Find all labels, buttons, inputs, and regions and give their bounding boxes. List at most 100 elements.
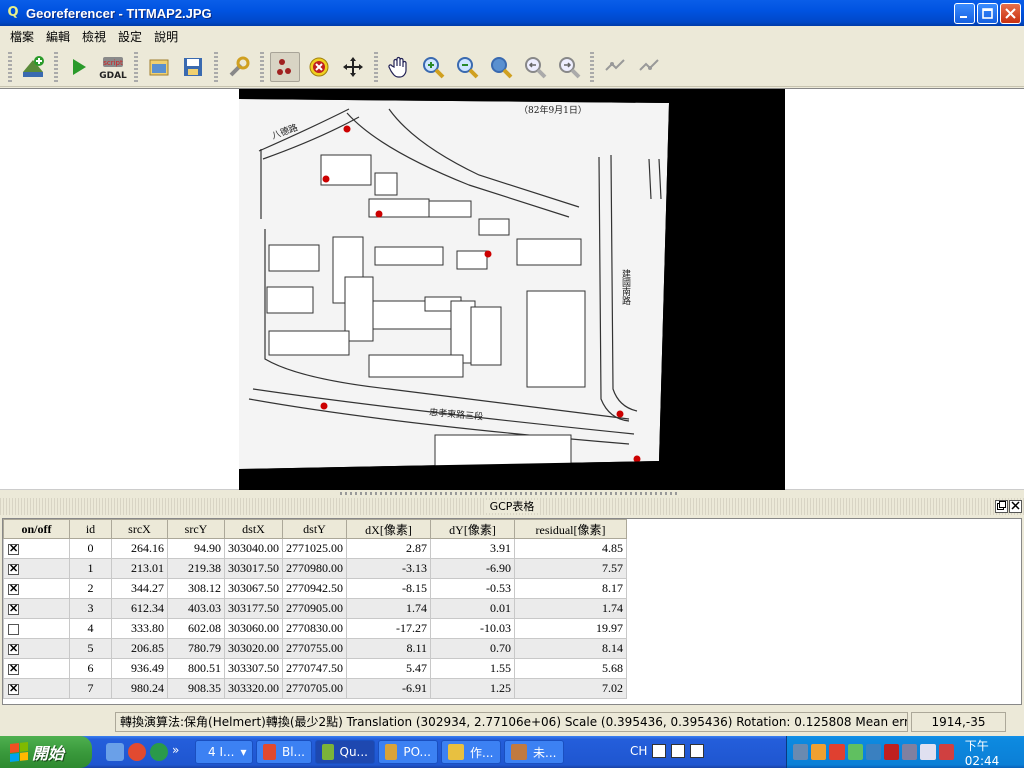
taskbar-button[interactable]: 4 I... ▾ [195, 740, 253, 764]
cell-srcy[interactable]: 308.12 [167, 578, 225, 599]
menu-file[interactable]: 檔案 [4, 28, 40, 45]
maximize-button[interactable] [977, 3, 998, 24]
menu-edit[interactable]: 編輯 [40, 28, 76, 45]
enabled-checkbox-cell[interactable]: ✕ [3, 598, 70, 619]
toolbar-grip[interactable] [374, 51, 378, 82]
start-georeferencing-button[interactable] [64, 52, 94, 82]
cell-srcx[interactable]: 206.85 [111, 638, 168, 659]
column-header-dstx[interactable]: dstX [224, 519, 283, 539]
cell-srcx[interactable]: 612.34 [111, 598, 168, 619]
pan-button[interactable] [384, 52, 414, 82]
cell-dstx[interactable]: 303320.00 [224, 678, 283, 699]
toolbar-grip[interactable] [134, 51, 138, 82]
zoom-next-button[interactable] [554, 52, 584, 82]
minimize-button[interactable] [954, 3, 975, 24]
enabled-checkbox-cell[interactable]: ✕ [3, 638, 70, 659]
toolbar-grip[interactable] [214, 51, 218, 82]
transformation-settings-button[interactable] [224, 52, 254, 82]
chrome-icon[interactable] [128, 743, 146, 761]
gcp-marker[interactable] [322, 175, 330, 183]
column-header-onoff[interactable]: on/off [3, 519, 70, 539]
cell-dstx[interactable]: 303060.00 [224, 618, 283, 639]
cell-srcx[interactable]: 980.24 [111, 678, 168, 699]
cell-srcy[interactable]: 908.35 [167, 678, 225, 699]
cell-srcy[interactable]: 800.51 [167, 658, 225, 679]
cell-dstx[interactable]: 303177.50 [224, 598, 283, 619]
taskbar-button[interactable]: PO... [378, 740, 438, 764]
tray-app-icon[interactable] [938, 744, 954, 760]
column-header-srcx[interactable]: srcX [111, 519, 168, 539]
gcp-marker[interactable] [343, 125, 351, 133]
enabled-checkbox[interactable]: ✕ [8, 543, 19, 555]
menu-help[interactable]: 說明 [148, 28, 184, 45]
panel-splitter[interactable] [0, 490, 1024, 498]
table-row[interactable]: ✕ 6 936.49 800.51 303307.50 2770747.50 5… [3, 658, 627, 679]
zoom-in-button[interactable] [418, 52, 448, 82]
enabled-checkbox[interactable]: ✕ [8, 643, 19, 655]
tray-app-icon[interactable] [811, 744, 827, 760]
enabled-checkbox[interactable]: ✕ [8, 603, 19, 615]
enabled-checkbox[interactable]: ✕ [8, 563, 19, 575]
column-header-dsty[interactable]: dstY [282, 519, 347, 539]
map-canvas[interactable]: （82年9月1日） 八德路 建國南路 忠孝東路三段 [0, 88, 1024, 490]
enabled-checkbox-cell[interactable]: ✕ [3, 678, 70, 699]
table-row[interactable]: ✕ 1 213.01 219.38 303017.50 2770980.00 -… [3, 558, 627, 579]
cell-dstx[interactable]: 303307.50 [224, 658, 283, 679]
toolbar-grip[interactable] [54, 51, 58, 82]
link-qgis-to-georeferencer-button[interactable] [634, 52, 664, 82]
cell-srcy[interactable]: 219.38 [167, 558, 225, 579]
gcp-marker[interactable] [375, 210, 383, 218]
system-clock[interactable]: 下午 02:44 [965, 737, 1024, 768]
close-panel-button[interactable] [1009, 500, 1022, 513]
tray-app-icon[interactable] [865, 744, 881, 760]
cell-dstx[interactable]: 303017.50 [224, 558, 283, 579]
menu-view[interactable]: 檢視 [76, 28, 112, 45]
tray-app-icon[interactable] [920, 744, 936, 760]
table-row[interactable]: ✕ 3 612.34 403.03 303177.50 2770905.00 1… [3, 598, 627, 619]
cell-srcx[interactable]: 936.49 [111, 658, 168, 679]
toolbar-grip[interactable] [590, 51, 594, 82]
delete-point-button[interactable] [304, 52, 334, 82]
cell-dsty[interactable]: 2770942.50 [282, 578, 347, 599]
gcp-marker[interactable] [484, 250, 492, 258]
load-gcp-points-button[interactable] [144, 52, 174, 82]
cell-srcx[interactable]: 333.80 [111, 618, 168, 639]
save-gcp-points-button[interactable] [178, 52, 208, 82]
toolbar-grip[interactable] [8, 51, 12, 82]
network-icon[interactable] [793, 744, 809, 760]
cell-dsty[interactable]: 2770747.50 [282, 658, 347, 679]
tray-app-icon[interactable] [902, 744, 918, 760]
table-row[interactable]: ✕ 2 344.27 308.12 303067.50 2770942.50 -… [3, 578, 627, 599]
column-header-id[interactable]: id [69, 519, 112, 539]
toolbar-grip[interactable] [260, 51, 264, 82]
cell-srcy[interactable]: 780.79 [167, 638, 225, 659]
cell-srcx[interactable]: 213.01 [111, 558, 168, 579]
cell-dsty[interactable]: 2770705.00 [282, 678, 347, 699]
float-panel-button[interactable] [995, 500, 1008, 513]
cell-srcx[interactable]: 344.27 [111, 578, 168, 599]
language-bar[interactable]: CH [630, 744, 705, 758]
cell-srcy[interactable]: 94.90 [167, 538, 225, 559]
enabled-checkbox-cell[interactable]: ✕ [3, 578, 70, 599]
taskbar-button[interactable]: Bl... [256, 740, 312, 764]
cell-dstx[interactable]: 303020.00 [224, 638, 283, 659]
cell-dstx[interactable]: 303067.50 [224, 578, 283, 599]
table-row[interactable]: ✕ 0 264.16 94.90 303040.00 2771025.00 2.… [3, 538, 627, 559]
more-quicklaunch-icon[interactable]: » [172, 743, 182, 761]
column-header-residual[interactable]: residual[像素] [514, 519, 627, 539]
link-georeferencer-to-qgis-button[interactable] [600, 52, 630, 82]
column-header-dy[interactable]: dY[像素] [430, 519, 515, 539]
zoom-out-button[interactable] [452, 52, 482, 82]
column-header-dx[interactable]: dX[像素] [346, 519, 431, 539]
table-row[interactable]: ✕ 7 980.24 908.35 303320.00 2770705.00 -… [3, 678, 627, 699]
menu-settings[interactable]: 設定 [112, 28, 148, 45]
enabled-checkbox-cell[interactable]: ✕ [3, 658, 70, 679]
column-header-srcy[interactable]: srcY [167, 519, 225, 539]
gcp-marker[interactable] [320, 402, 328, 410]
gcp-table-area[interactable]: on/off id srcX srcY dstX dstY dX[像素] dY[… [2, 518, 1022, 705]
taskbar-button[interactable]: 未... [504, 740, 564, 764]
cell-srcy[interactable]: 403.03 [167, 598, 225, 619]
zoom-last-button[interactable] [520, 52, 550, 82]
cell-dsty[interactable]: 2770755.00 [282, 638, 347, 659]
add-point-button[interactable] [270, 51, 300, 82]
